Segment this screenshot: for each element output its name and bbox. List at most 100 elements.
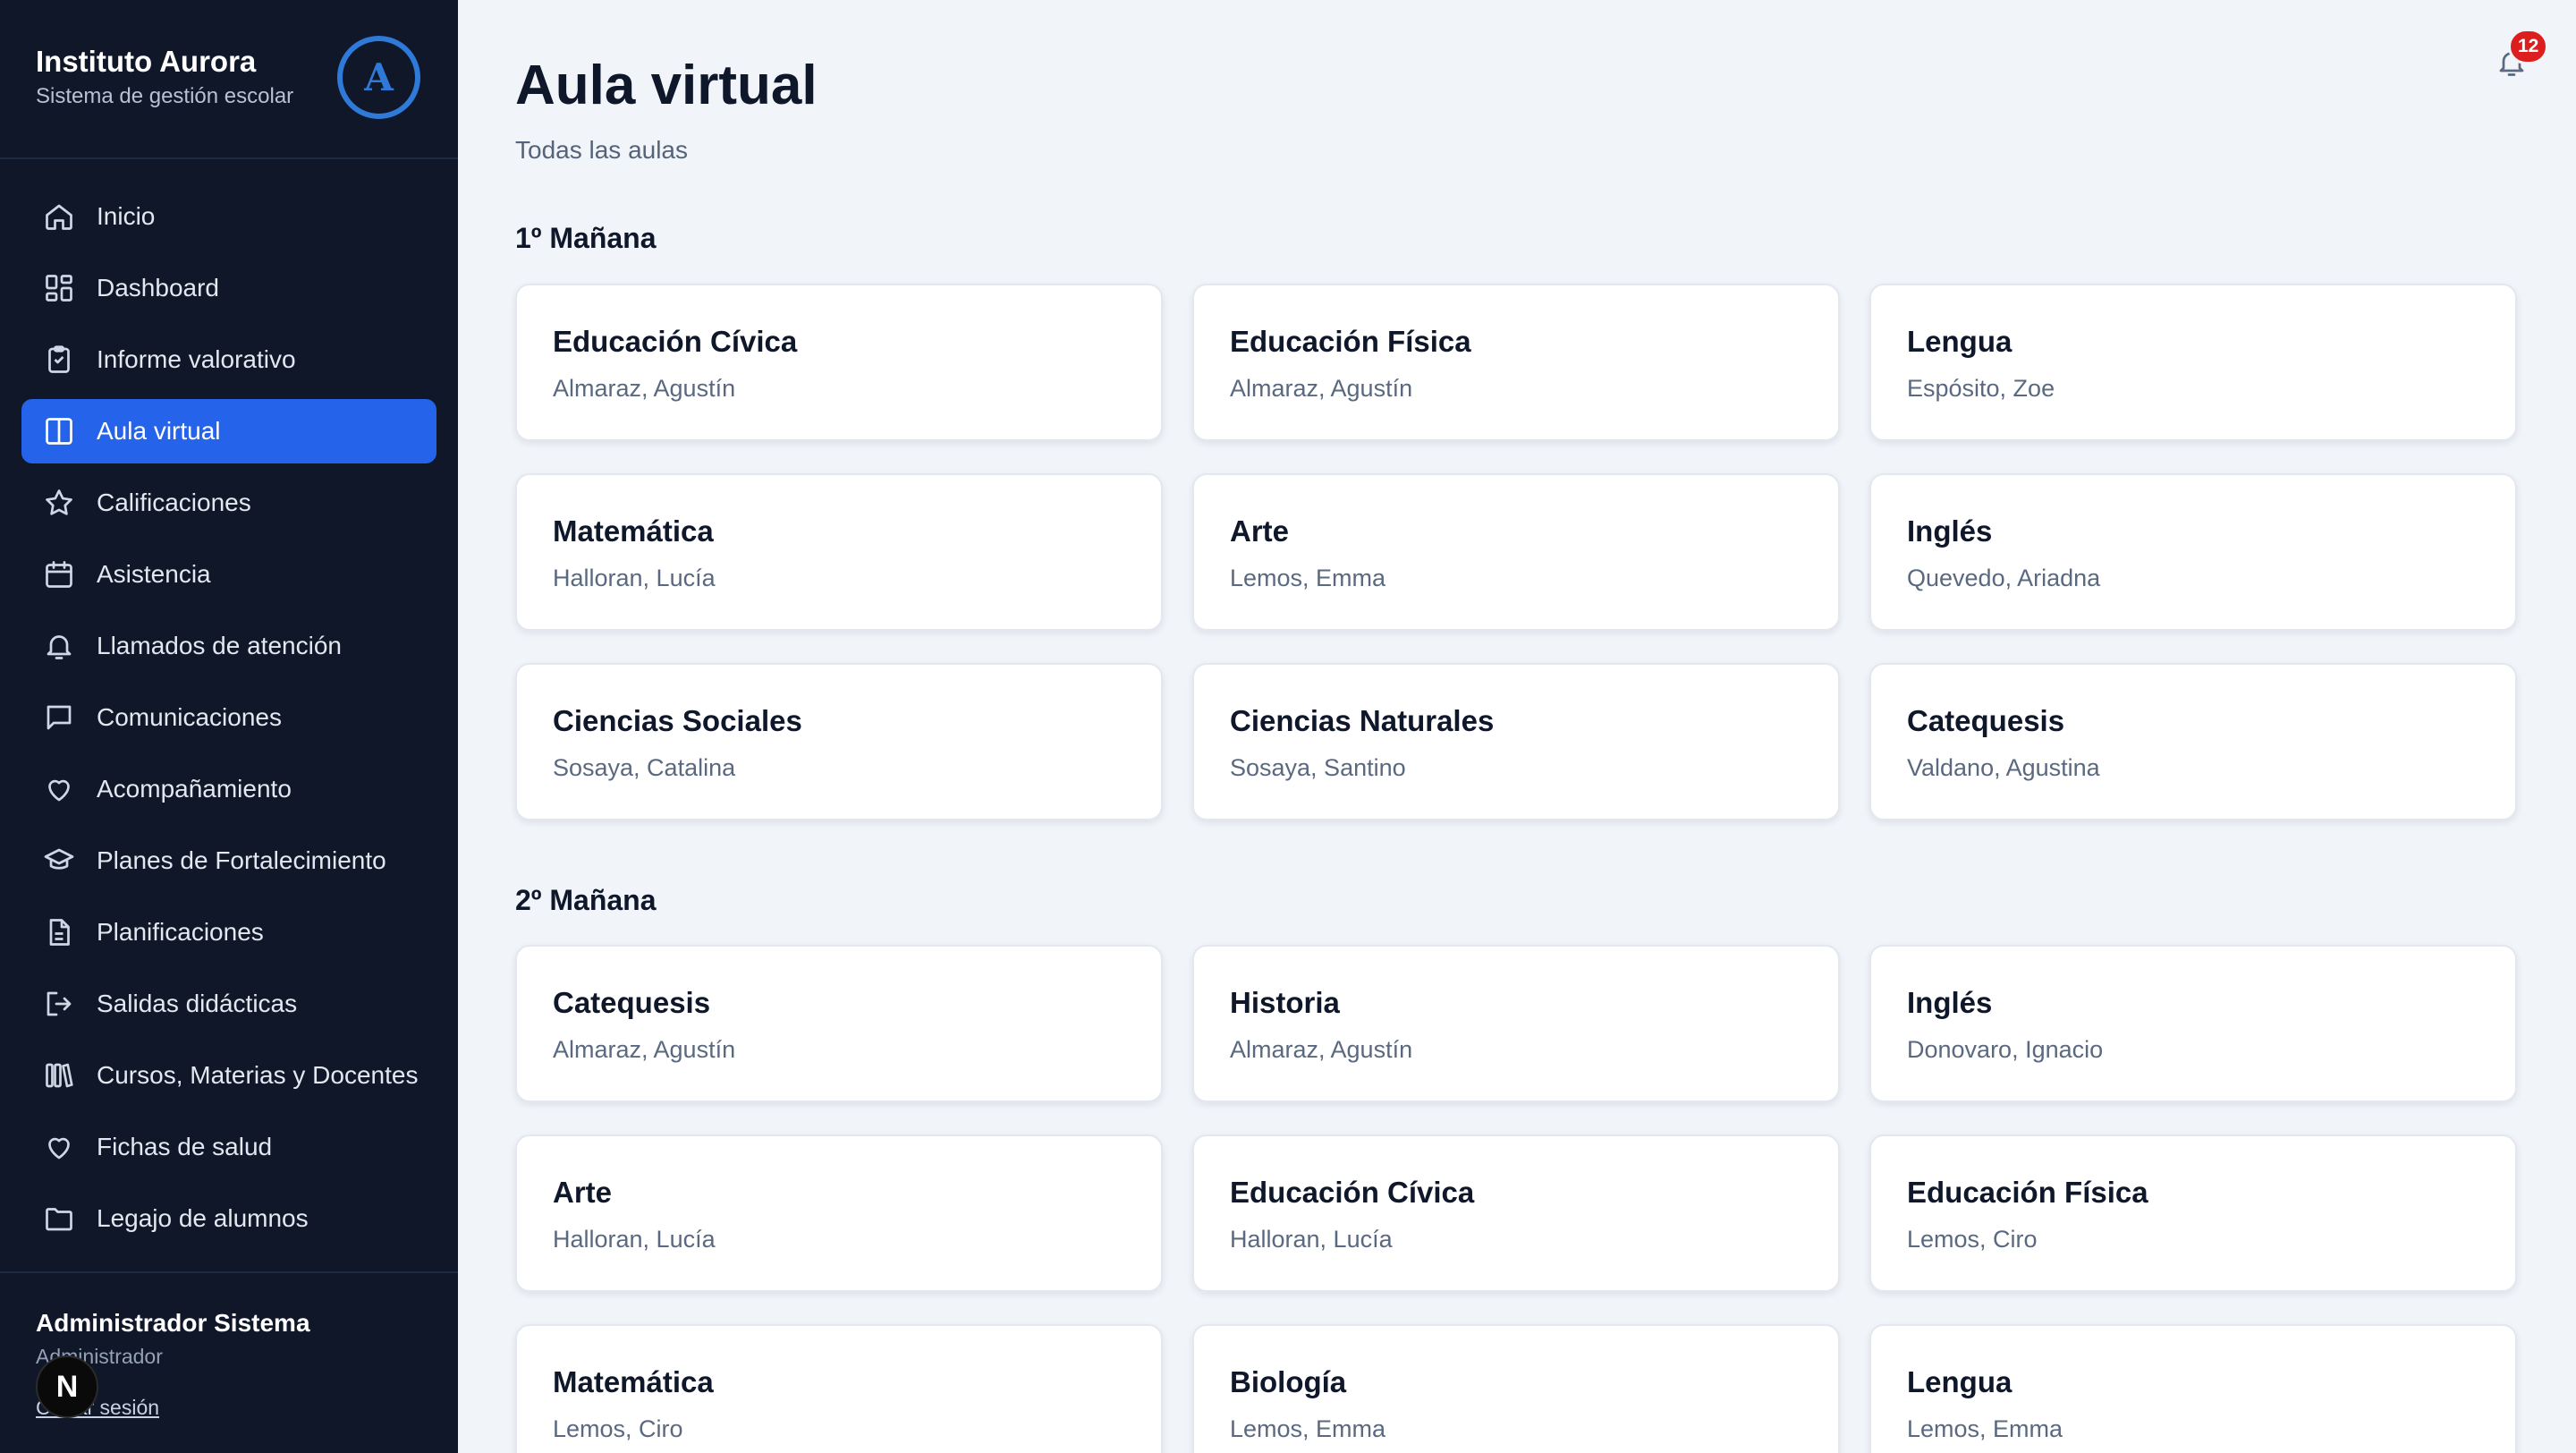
heart-icon — [43, 1131, 75, 1163]
card-teacher: Quevedo, Ariadna — [1907, 565, 2101, 591]
card-subject: Matemática — [553, 1365, 714, 1398]
sidebar: Instituto Aurora Sistema de gestión esco… — [0, 0, 458, 1453]
sidebar-item-asistencia[interactable]: Asistencia — [21, 542, 436, 607]
clipboard-icon — [43, 344, 75, 376]
classroom-card[interactable]: Matemática Halloran, Lucía — [515, 473, 1163, 631]
star-icon — [43, 487, 75, 519]
sidebar-item-aula-virtual[interactable]: Aula virtual — [21, 399, 436, 463]
sidebar-item-planificaciones[interactable]: Planificaciones — [21, 900, 436, 964]
card-teacher: Lemos, Emma — [1230, 565, 1386, 591]
sidebar-item-planes-fortalecimiento[interactable]: Planes de Fortalecimiento — [21, 828, 436, 893]
card-subject: Matemática — [553, 514, 714, 548]
classroom-card[interactable]: Arte Lemos, Emma — [1192, 473, 1840, 631]
sidebar-item-label: Dashboard — [97, 274, 219, 302]
sidebar-item-label: Asistencia — [97, 560, 211, 588]
section-title: 2º Mañana — [515, 884, 657, 916]
card-subject: Educación Física — [1230, 325, 1471, 358]
sidebar-item-llamados[interactable]: Llamados de atención — [21, 614, 436, 678]
sidebar-item-label: Informe valorativo — [97, 345, 296, 373]
classroom-card[interactable]: Educación Cívica Halloran, Lucía — [1192, 1134, 1840, 1292]
sidebar-item-fichas-salud[interactable]: Fichas de salud — [21, 1115, 436, 1179]
brand-logo: A — [337, 36, 420, 119]
sidebar-item-legajo-alumnos[interactable]: Legajo de alumnos — [21, 1186, 436, 1251]
sidebar-item-inicio[interactable]: Inicio — [21, 184, 436, 249]
message-icon — [43, 701, 75, 734]
sidebar-item-acompanamiento[interactable]: Acompañamiento — [21, 757, 436, 821]
sidebar-item-label: Cursos, Materias y Docentes — [97, 1061, 419, 1089]
main-content: Aula virtual Todas las aulas 12 1º Mañan… — [458, 0, 2576, 1453]
sidebar-item-comunicaciones[interactable]: Comunicaciones — [21, 685, 436, 750]
sidebar-item-label: Planes de Fortalecimiento — [97, 846, 386, 874]
card-subject: Ciencias Naturales — [1230, 704, 1495, 737]
sidebar-item-calificaciones[interactable]: Calificaciones — [21, 471, 436, 535]
card-teacher: Sosaya, Catalina — [553, 754, 736, 781]
card-subject: Biología — [1230, 1365, 1347, 1398]
sidebar-item-label: Legajo de alumnos — [97, 1204, 309, 1232]
classroom-card[interactable]: Educación Física Lemos, Ciro — [1869, 1134, 2517, 1292]
sidebar-item-informe-valorativo[interactable]: Informe valorativo — [21, 327, 436, 392]
card-subject: Arte — [553, 1176, 613, 1209]
classroom-card[interactable]: Catequesis Valdano, Agustina — [1869, 663, 2517, 820]
card-teacher: Halloran, Lucía — [553, 1226, 716, 1253]
library-icon — [43, 1059, 75, 1092]
grid-icon — [43, 272, 75, 304]
file-text-icon — [43, 916, 75, 948]
card-subject: Inglés — [1907, 986, 1993, 1019]
page-title: Aula virtual — [515, 55, 818, 116]
brand-subtitle: Sistema de gestión escolar — [36, 84, 294, 108]
card-subject: Lengua — [1907, 1365, 2012, 1398]
sidebar-item-label: Inicio — [97, 202, 156, 230]
folder-icon — [43, 1202, 75, 1235]
sidebar-item-label: Acompañamiento — [97, 775, 292, 803]
classroom-card[interactable]: Educación Física Almaraz, Agustín — [1192, 284, 1840, 441]
sidebar-nav: Inicio Dashboard Informe valorativo Aula… — [21, 184, 436, 1258]
card-subject: Inglés — [1907, 514, 1993, 548]
heart-icon — [43, 773, 75, 805]
sidebar-item-label: Calificaciones — [97, 489, 251, 516]
dev-tools-badge[interactable]: N — [36, 1355, 98, 1418]
card-subject: Catequesis — [553, 986, 711, 1019]
notification-count-badge[interactable]: 12 — [2508, 29, 2549, 64]
classroom-card[interactable]: Arte Halloran, Lucía — [515, 1134, 1163, 1292]
card-subject: Arte — [1230, 514, 1290, 548]
card-subject: Educación Física — [1907, 1176, 2148, 1209]
brand-logo-letter: A — [364, 55, 394, 99]
card-teacher: Lemos, Ciro — [1907, 1226, 2038, 1253]
card-subject: Educación Cívica — [1230, 1176, 1475, 1209]
classroom-card[interactable]: Matemática Lemos, Ciro — [515, 1324, 1163, 1453]
card-teacher: Valdano, Agustina — [1907, 754, 2100, 781]
card-teacher: Espósito, Zoe — [1907, 375, 2055, 402]
card-teacher: Almaraz, Agustín — [553, 375, 736, 402]
exit-icon — [43, 988, 75, 1020]
home-icon — [43, 200, 75, 233]
classroom-card[interactable]: Ciencias Naturales Sosaya, Santino — [1192, 663, 1840, 820]
classroom-card[interactable]: Historia Almaraz, Agustín — [1192, 945, 1840, 1102]
brand-header: Instituto Aurora Sistema de gestión esco… — [0, 0, 458, 159]
sidebar-item-label: Salidas didácticas — [97, 990, 298, 1017]
card-teacher: Lemos, Emma — [1907, 1415, 2063, 1442]
sidebar-item-label: Comunicaciones — [97, 703, 282, 731]
classroom-card[interactable]: Ciencias Sociales Sosaya, Catalina — [515, 663, 1163, 820]
card-subject: Educación Cívica — [553, 325, 798, 358]
page-subtitle: Todas las aulas — [515, 136, 689, 164]
classroom-card[interactable]: Biología Lemos, Emma — [1192, 1324, 1840, 1453]
graduation-cap-icon — [43, 845, 75, 877]
sidebar-item-cursos-materias-docentes[interactable]: Cursos, Materias y Docentes — [21, 1043, 436, 1108]
card-subject: Lengua — [1907, 325, 2012, 358]
sidebar-item-salidas-didacticas[interactable]: Salidas didácticas — [21, 972, 436, 1036]
sidebar-item-label: Aula virtual — [97, 417, 221, 445]
card-teacher: Halloran, Lucía — [553, 565, 716, 591]
user-name: Administrador Sistema — [36, 1309, 310, 1337]
classroom-card[interactable]: Catequesis Almaraz, Agustín — [515, 945, 1163, 1102]
classroom-card[interactable]: Inglés Donovaro, Ignacio — [1869, 945, 2517, 1102]
brand-title: Instituto Aurora — [36, 45, 257, 78]
sidebar-item-dashboard[interactable]: Dashboard — [21, 256, 436, 320]
classroom-card[interactable]: Educación Cívica Almaraz, Agustín — [515, 284, 1163, 441]
card-subject: Historia — [1230, 986, 1340, 1019]
classroom-card[interactable]: Inglés Quevedo, Ariadna — [1869, 473, 2517, 631]
classroom-card[interactable]: Lengua Espósito, Zoe — [1869, 284, 2517, 441]
sidebar-item-label: Planificaciones — [97, 918, 264, 946]
card-teacher: Lemos, Ciro — [553, 1415, 683, 1442]
card-subject: Ciencias Sociales — [553, 704, 802, 737]
classroom-card[interactable]: Lengua Lemos, Emma — [1869, 1324, 2517, 1453]
